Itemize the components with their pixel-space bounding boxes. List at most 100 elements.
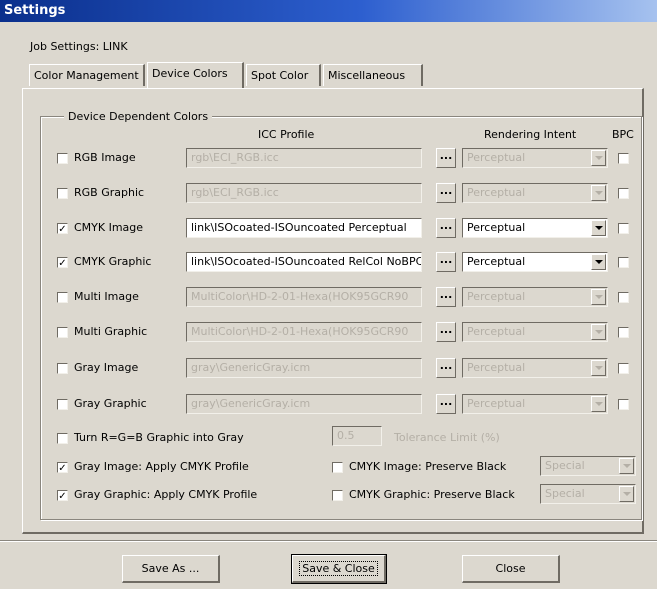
icc-profile-field[interactable]: gray\GenericGray.icm — [186, 394, 422, 414]
rendering-intent-select[interactable]: Perceptual — [462, 148, 608, 168]
bpc-checkbox[interactable] — [618, 363, 629, 374]
gray-graphic-cmyk-checkbox[interactable] — [57, 490, 68, 501]
button-separator — [0, 540, 657, 542]
chevron-down-icon[interactable] — [591, 324, 606, 340]
rendering-intent-header: Rendering Intent — [484, 128, 577, 141]
rendering-intent-value: Perceptual — [467, 151, 526, 164]
icc-profile-field[interactable]: MultiColor\HD-2-01-Hexa(HOK95GCR90 — [186, 287, 422, 307]
rendering-intent-value: Perceptual — [467, 325, 526, 338]
save-as-label: Save As ... — [141, 562, 200, 575]
browse-button[interactable]: ... — [436, 218, 456, 238]
rendering-intent-select[interactable]: Perceptual — [462, 394, 608, 414]
save-close-button[interactable]: Save & Close — [291, 554, 387, 584]
rendering-intent-value: Perceptual — [467, 221, 526, 234]
browse-button[interactable]: ... — [436, 183, 456, 203]
cmyk-graphic-black-value: Special — [545, 487, 585, 500]
icc-profile-field[interactable]: gray\GenericGray.icm — [186, 358, 422, 378]
bpc-checkbox[interactable] — [618, 153, 629, 164]
icc-profile-field[interactable]: link\ISOcoated-ISOuncoated Perceptual — [186, 218, 422, 238]
icc-profile-field[interactable]: MultiColor\HD-2-01-Hexa(HOK95GCR90 — [186, 322, 422, 342]
rgb-to-gray-label: Turn R=G=B Graphic into Gray — [74, 431, 244, 444]
row-label: Multi Graphic — [74, 325, 148, 338]
browse-button[interactable]: ... — [436, 358, 456, 378]
window-title: Settings — [4, 3, 66, 18]
chevron-down-icon[interactable] — [591, 150, 606, 166]
row-label: RGB Graphic — [74, 186, 145, 199]
row-checkbox[interactable] — [57, 363, 68, 374]
browse-button[interactable]: ... — [436, 148, 456, 168]
icc-profile-field[interactable]: rgb\ECI_RGB.icc — [186, 148, 422, 168]
row-checkbox[interactable] — [57, 153, 68, 164]
bpc-header: BPC — [612, 128, 634, 141]
cmyk-image-black-label: CMYK Image: Preserve Black — [349, 460, 507, 473]
bpc-checkbox[interactable] — [618, 257, 629, 268]
chevron-down-icon[interactable] — [591, 254, 606, 270]
row-label: Gray Image — [74, 361, 139, 374]
cmyk-image-black-select[interactable]: Special — [540, 456, 636, 476]
row-label: Gray Graphic — [74, 397, 147, 410]
bpc-checkbox[interactable] — [618, 223, 629, 234]
tab-spot-color[interactable]: Spot Color — [246, 64, 321, 86]
row-checkbox[interactable] — [57, 292, 68, 303]
cmyk-image-black-value: Special — [545, 459, 585, 472]
chevron-down-icon[interactable] — [591, 396, 606, 412]
row-label: RGB Image — [74, 151, 136, 164]
tab-miscellaneous[interactable]: Miscellaneous — [323, 64, 423, 86]
close-button[interactable]: Close — [462, 555, 560, 583]
rendering-intent-select[interactable]: Perceptual — [462, 287, 608, 307]
row-checkbox[interactable] — [57, 188, 68, 199]
cmyk-image-black-checkbox[interactable] — [332, 462, 343, 473]
row-checkbox[interactable] — [57, 223, 68, 234]
cmyk-graphic-black-select[interactable]: Special — [540, 484, 636, 504]
row-checkbox[interactable] — [57, 399, 68, 410]
tab-device-colors[interactable]: Device Colors — [147, 62, 244, 88]
rendering-intent-value: Perceptual — [467, 361, 526, 374]
bpc-checkbox[interactable] — [618, 327, 629, 338]
tolerance-input[interactable]: 0.5 — [332, 426, 382, 446]
row-checkbox[interactable] — [57, 327, 68, 338]
rendering-intent-select[interactable]: Perceptual — [462, 358, 608, 378]
job-settings-label: Job Settings: LINK — [30, 40, 128, 53]
icc-profile-header: ICC Profile — [258, 128, 315, 141]
cmyk-graphic-black-checkbox[interactable] — [332, 490, 343, 501]
rendering-intent-value: Perceptual — [467, 255, 526, 268]
browse-button[interactable]: ... — [436, 252, 456, 272]
rendering-intent-value: Perceptual — [467, 290, 526, 303]
rendering-intent-value: Perceptual — [467, 186, 526, 199]
close-label: Close — [495, 562, 526, 575]
browse-button[interactable]: ... — [436, 322, 456, 342]
tab-color-management[interactable]: Color Management — [29, 64, 145, 86]
icc-profile-field[interactable]: rgb\ECI_RGB.icc — [186, 183, 422, 203]
browse-button[interactable]: ... — [436, 394, 456, 414]
chevron-down-icon[interactable] — [619, 458, 634, 474]
rendering-intent-select[interactable]: Perceptual — [462, 322, 608, 342]
row-label: Multi Image — [74, 290, 139, 303]
chevron-down-icon[interactable] — [619, 486, 634, 502]
save-as-button[interactable]: Save As ... — [122, 555, 220, 583]
gray-graphic-cmyk-label: Gray Graphic: Apply CMYK Profile — [74, 488, 258, 501]
icc-profile-field[interactable]: link\ISOcoated-ISOuncoated RelCol NoBPC — [186, 252, 422, 272]
rendering-intent-value: Perceptual — [467, 397, 526, 410]
chevron-down-icon[interactable] — [591, 220, 606, 236]
rendering-intent-select[interactable]: Perceptual — [462, 218, 608, 238]
bpc-checkbox[interactable] — [618, 292, 629, 303]
save-close-label: Save & Close — [299, 561, 378, 576]
row-label: CMYK Graphic — [74, 255, 152, 268]
browse-button[interactable]: ... — [436, 287, 456, 307]
group-title: Device Dependent Colors — [64, 110, 213, 123]
bpc-checkbox[interactable] — [618, 399, 629, 410]
row-label: CMYK Image — [74, 221, 144, 234]
rendering-intent-select[interactable]: Perceptual — [462, 252, 608, 272]
rgb-to-gray-checkbox[interactable] — [57, 433, 68, 444]
chevron-down-icon[interactable] — [591, 185, 606, 201]
chevron-down-icon[interactable] — [591, 360, 606, 376]
cmyk-graphic-black-label: CMYK Graphic: Preserve Black — [349, 488, 515, 501]
tolerance-label: Tolerance Limit (%) — [394, 431, 500, 444]
row-checkbox[interactable] — [57, 257, 68, 268]
bpc-checkbox[interactable] — [618, 188, 629, 199]
gray-image-cmyk-checkbox[interactable] — [57, 462, 68, 473]
rendering-intent-select[interactable]: Perceptual — [462, 183, 608, 203]
chevron-down-icon[interactable] — [591, 289, 606, 305]
title-bar: Settings — [0, 0, 657, 22]
gray-image-cmyk-label: Gray Image: Apply CMYK Profile — [74, 460, 249, 473]
